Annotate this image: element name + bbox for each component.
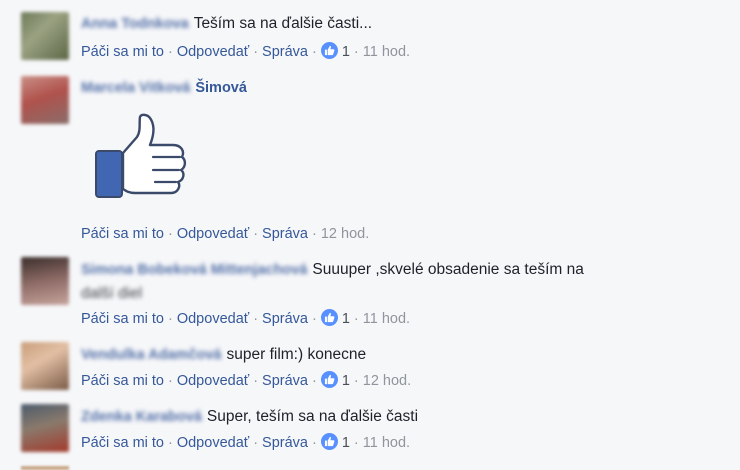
message-link[interactable]: Správa	[262, 226, 308, 242]
like-link[interactable]: Páči sa mi to	[81, 311, 164, 327]
comment-text: Super, teším sa na ďalšie časti	[206, 408, 419, 425]
timestamp[interactable]: 12 hod.	[363, 373, 411, 389]
message-link[interactable]: Správa	[262, 44, 308, 60]
like-link[interactable]: Páči sa mi to	[81, 435, 164, 451]
timestamp[interactable]: 11 hod.	[363, 311, 410, 327]
thumbs-up-icon[interactable]	[320, 433, 338, 450]
avatar[interactable]	[21, 404, 69, 452]
reply-link[interactable]: Odpovedať	[177, 226, 249, 242]
comment-actions: Páči sa mi to · Odpovedať · Správa · 1 · 11 hod.	[81, 42, 411, 60]
message-link[interactable]: Správa	[262, 311, 308, 327]
comment-text: super film:) konecne	[226, 346, 367, 363]
comment-author-name[interactable]: Vendulka Adamčová	[81, 347, 222, 363]
avatar[interactable]	[21, 12, 69, 60]
comment-author-name[interactable]: Marcela Vitková	[81, 80, 190, 96]
timestamp[interactable]: 12 hod.	[321, 226, 369, 242]
like-link[interactable]: Páči sa mi to	[81, 373, 164, 389]
message-link[interactable]: Správa	[262, 373, 308, 389]
comment-text-continued: další diel	[81, 285, 143, 302]
timestamp[interactable]: 11 hod.	[363, 435, 410, 451]
comment-actions: Páči sa mi to · Odpovedať · Správa · 12 hod.	[81, 226, 370, 242]
comment-actions: Páči sa mi to · Odpovedať · Správa · 1 · 11 hod.	[81, 309, 411, 327]
comment-author-name[interactable]: Simona Bobeková Mittenjachová	[81, 262, 307, 278]
thumbs-up-icon[interactable]	[320, 42, 338, 59]
like-link[interactable]: Páči sa mi to	[81, 226, 164, 242]
like-count[interactable]: 1	[342, 435, 350, 451]
comment-author-name[interactable]: Anna Todnkova	[81, 16, 189, 32]
comment-author-surname[interactable]: Šimová	[195, 80, 247, 96]
reply-link[interactable]: Odpovedať	[177, 435, 249, 451]
like-count[interactable]: 1	[342, 44, 350, 60]
comment-actions: Páči sa mi to · Odpovedať · Správa · 1 · 11 hod.	[81, 433, 411, 451]
reply-link[interactable]: Odpovedať	[177, 373, 249, 389]
like-link[interactable]: Páči sa mi to	[81, 44, 164, 60]
avatar[interactable]	[21, 76, 69, 124]
reply-link[interactable]: Odpovedať	[177, 311, 249, 327]
thumbs-up-icon[interactable]	[320, 309, 338, 326]
avatar[interactable]	[21, 466, 69, 470]
comment-text: Suuuper ,skvelé obsadenie sa teším na	[312, 261, 584, 278]
thumbs-up-icon[interactable]	[320, 371, 338, 388]
large-thumbs-up-sticker	[93, 113, 189, 206]
comment-text: Teším sa na ďalšie časti...	[193, 15, 373, 32]
timestamp[interactable]: 11 hod.	[363, 44, 410, 60]
avatar[interactable]	[21, 342, 69, 390]
avatar[interactable]	[21, 257, 69, 305]
comment-author-name[interactable]: Zdenka Karabová	[81, 409, 202, 425]
message-link[interactable]: Správa	[262, 435, 308, 451]
like-count[interactable]: 1	[342, 311, 350, 327]
reply-link[interactable]: Odpovedať	[177, 44, 249, 60]
like-count[interactable]: 1	[342, 373, 350, 389]
comment-actions: Páči sa mi to · Odpovedať · Správa · 1 · 12 hod.	[81, 371, 412, 389]
